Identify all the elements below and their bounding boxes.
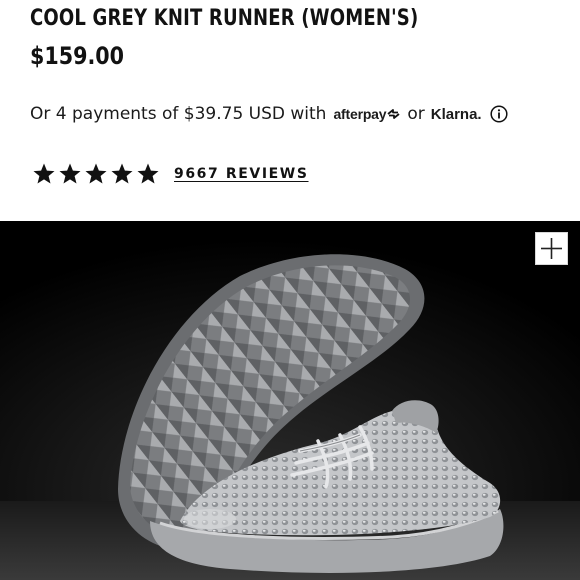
klarna-logo[interactable]: Klarna. <box>431 106 482 123</box>
zoom-button[interactable] <box>535 232 568 265</box>
star-icon <box>59 163 81 184</box>
product-title: COOL GREY KNIT RUNNER (WOMEN'S) <box>30 6 419 31</box>
shoe-photo <box>0 221 580 580</box>
star-icon <box>85 163 107 184</box>
info-icon[interactable] <box>490 105 508 123</box>
product-price: $159.00 <box>30 42 125 70</box>
product-image[interactable] <box>0 221 580 580</box>
installment-text: Or 4 payments of $39.75 USD with <box>30 104 327 124</box>
reviews-link[interactable]: 9667 REVIEWS <box>174 166 309 182</box>
installment-or: or <box>407 104 425 124</box>
star-icon <box>111 163 133 184</box>
afterpay-label: afterpay <box>333 106 387 122</box>
installment-info: Or 4 payments of $39.75 USD with afterpa… <box>30 104 508 124</box>
rating-row: 9667 REVIEWS <box>32 162 309 186</box>
star-icon <box>137 163 159 184</box>
afterpay-logo[interactable]: afterpay <box>333 106 401 122</box>
star-rating <box>32 162 160 186</box>
afterpay-arrows-icon <box>387 109 400 119</box>
star-icon <box>33 163 55 184</box>
plus-icon <box>541 238 562 259</box>
